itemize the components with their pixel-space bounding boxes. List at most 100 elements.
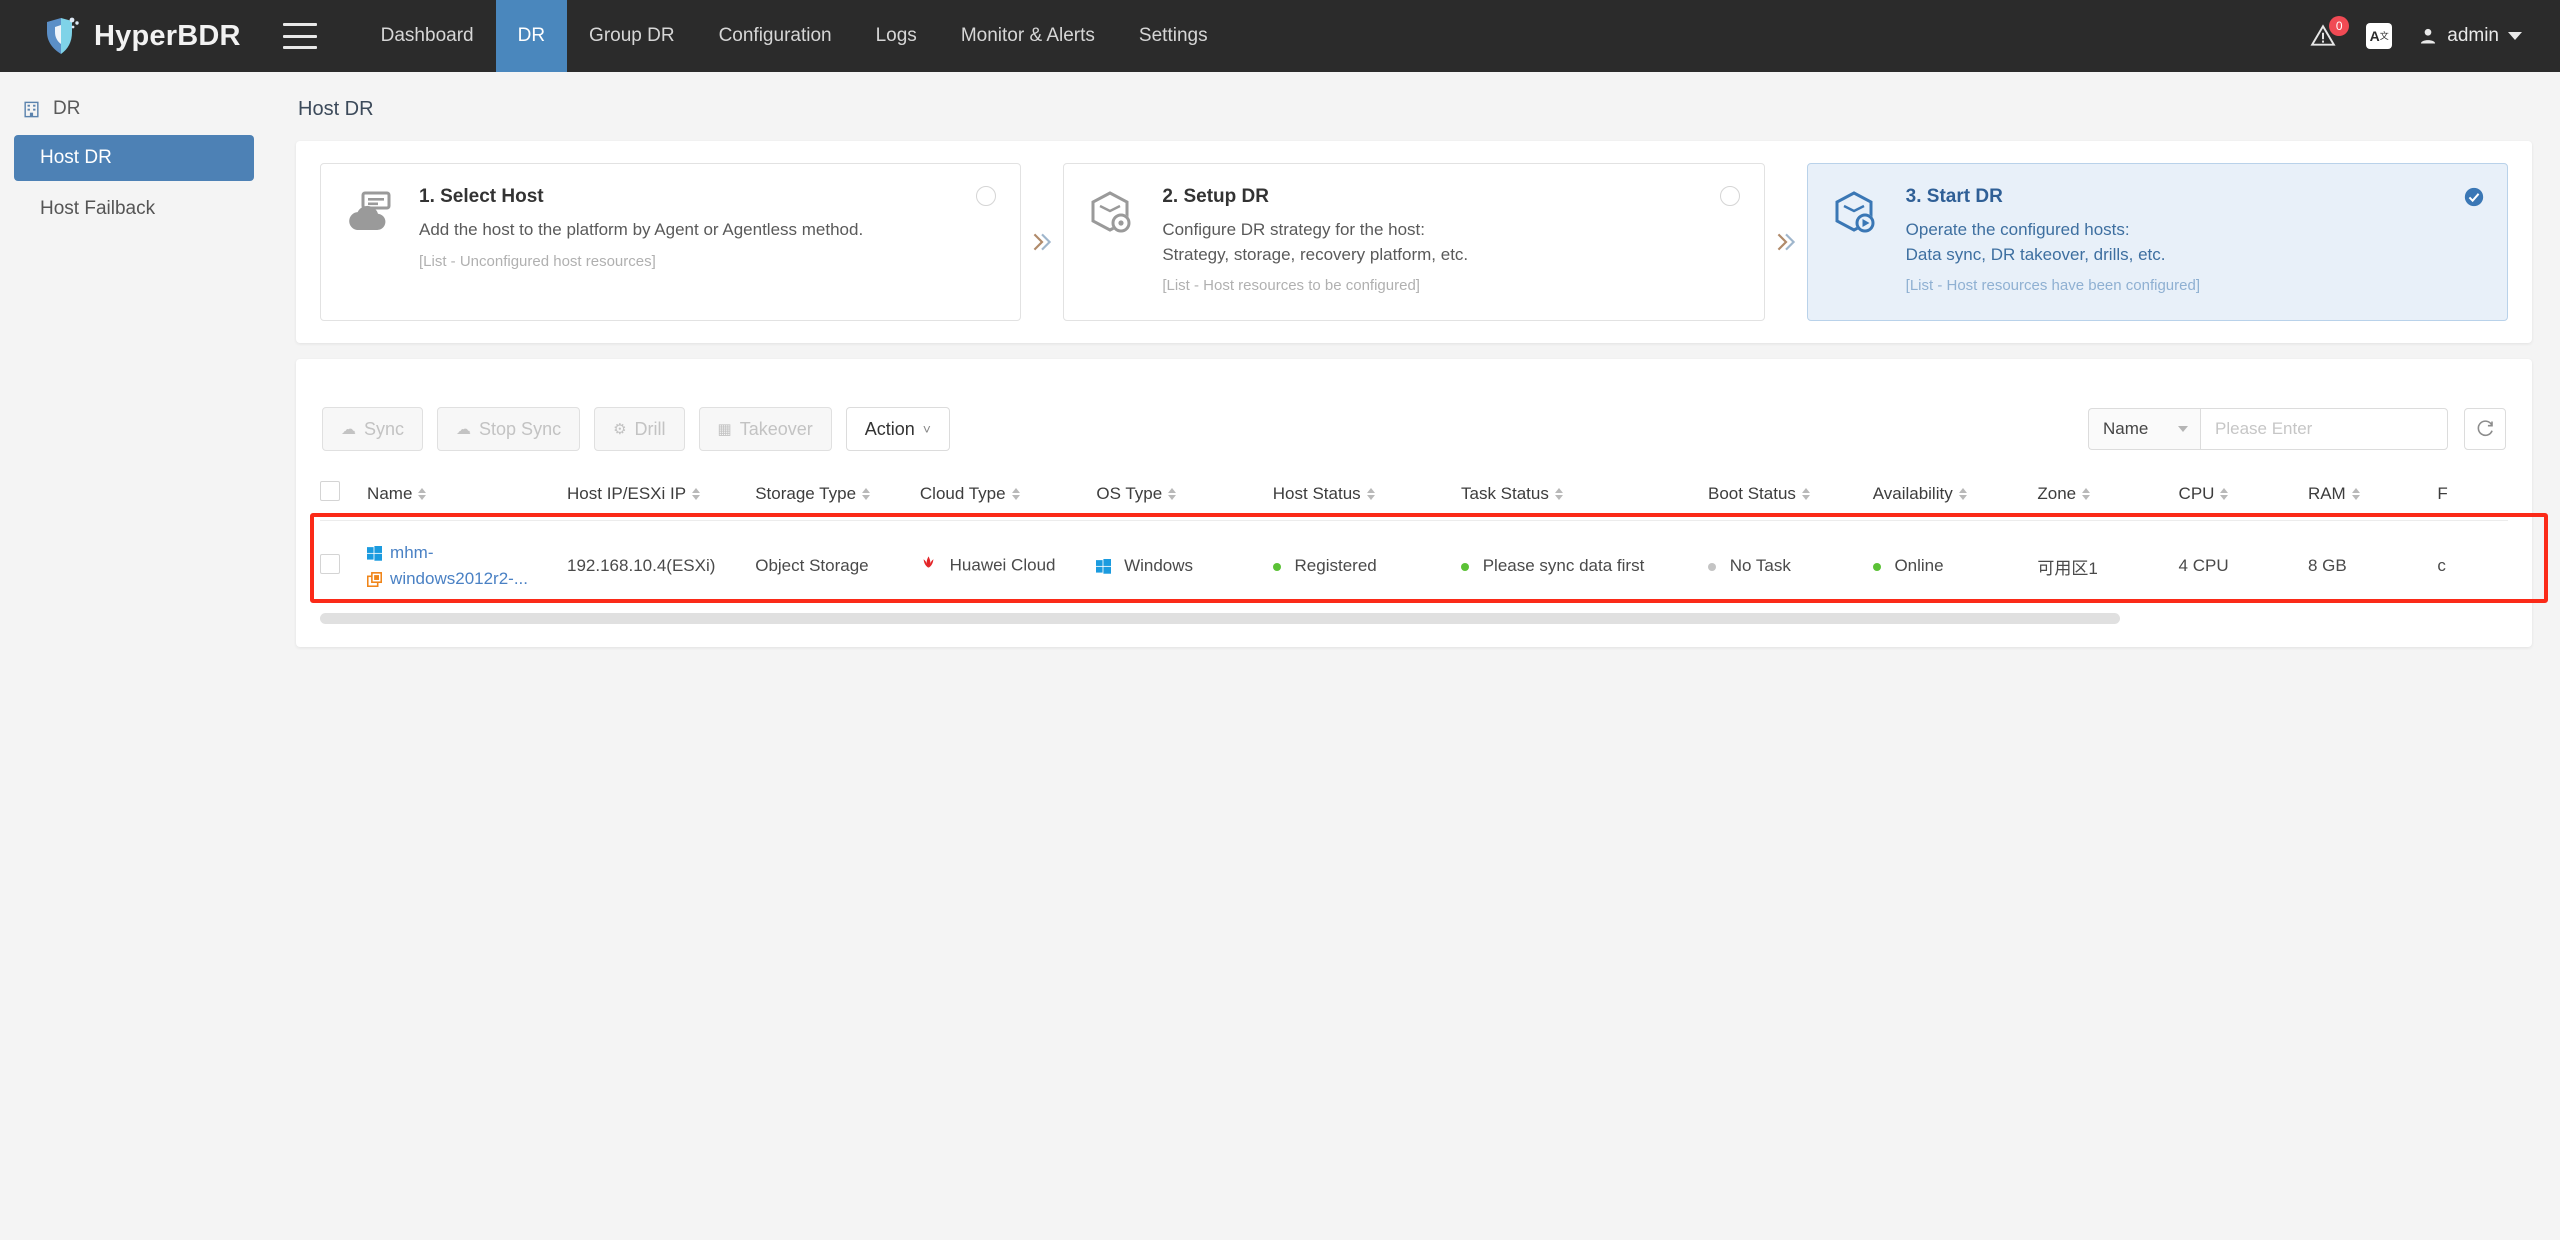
alerts-button[interactable]: 0 [2306,16,2350,53]
language-switch-icon[interactable]: A文 [2366,23,2393,49]
sort-icon[interactable] [2082,488,2091,501]
column-name[interactable]: Name [367,469,568,522]
drill-button[interactable]: ⚙ Drill [594,407,685,452]
refresh-button[interactable] [2464,408,2506,451]
cell-host-ip: 192.168.10.4(ESXi) [567,520,756,613]
server-icon: ▦ [717,421,732,439]
search-box[interactable] [2200,408,2448,451]
table-horizontal-scrollbar[interactable] [320,611,2508,626]
search-input[interactable] [2215,419,2436,440]
step-title: 2. Setup DR [1162,186,1269,207]
sort-icon[interactable] [1366,488,1375,501]
sort-icon[interactable] [1554,488,1563,501]
column-storage-type[interactable]: Storage Type [755,469,920,522]
sync-button[interactable]: ☁ Sync [322,407,424,452]
windows-icon [367,545,383,561]
column-os-type[interactable]: OS Type [1096,469,1273,522]
nav-item-dr[interactable]: DR [495,0,568,72]
status-dot [1272,562,1281,571]
step-line: Strategy, storage, recovery platform, et… [1162,244,1469,264]
column-label: Host IP/ESXi IP [567,483,687,503]
scrollbar-thumb[interactable] [320,613,2120,625]
step-note: [List - Host resources have been configu… [1905,277,2200,295]
step-card-select-host[interactable]: 1. Select Host Add the host to the platf… [320,163,1022,322]
table-header-row: Name Host IP/ESXi IP Storage Type Cloud … [320,469,2508,522]
search-field-select[interactable]: Name [2088,408,2200,451]
column-label: Availability [1872,483,1953,503]
task-status-label: Please sync data first [1482,556,1645,576]
cell-boot-status: No Task [1708,520,1873,613]
chevron-down-icon [2178,426,2188,433]
cloud-up-icon: ☁ [341,421,356,439]
column-ram[interactable]: RAM [2307,469,2438,522]
select-all-checkbox[interactable] [320,481,340,502]
nav-item-configuration[interactable]: Configuration [697,0,854,72]
sidebar-item-host-failback[interactable]: Host Failback [14,186,254,232]
step-card-setup-dr[interactable]: 2. Setup DR Configure DR strategy for th… [1063,163,1765,322]
sort-icon[interactable] [2351,488,2360,501]
nav-item-dashboard[interactable]: Dashboard [359,0,496,72]
takeover-button[interactable]: ▦ Takeover [698,407,832,452]
sidebar-item-host-dr[interactable]: Host DR [14,135,254,181]
host-name-text-1: mhm- [390,543,434,563]
host-name-line-2[interactable]: windows2012r2-... [367,569,567,589]
building-icon [24,101,39,117]
nav-right-controls: 0 A文 admin [2306,0,2522,72]
nav-item-logs[interactable]: Logs [854,0,939,72]
step-state-indicator [2463,186,2485,208]
app-body: DR Host DR Host Failback Host DR 1. Sele… [0,72,2560,1240]
column-task-status[interactable]: Task Status [1460,469,1709,522]
column-cloud-type[interactable]: Cloud Type [919,469,1097,522]
row-checkbox[interactable] [320,553,340,574]
sort-icon[interactable] [1958,488,1967,501]
sync-button-label: Sync [364,418,405,439]
host-name-line-1[interactable]: mhm- [367,543,567,563]
column-cpu[interactable]: CPU [2178,469,2308,522]
top-navigation-bar: HyperBDR Dashboard DR Group DR Configura… [0,0,2560,72]
check-circle-icon [2464,187,2484,207]
column-boot-status[interactable]: Boot Status [1708,469,1873,522]
step-arrow-2 [1765,163,1807,321]
sort-icon[interactable] [418,488,427,501]
hamburger-menu-icon[interactable] [282,23,317,49]
sort-icon[interactable] [2220,488,2229,501]
stop-sync-button-label: Stop Sync [479,418,562,439]
takeover-button-label: Takeover [739,418,813,439]
circle-empty-icon [976,186,997,206]
brand-logo[interactable]: HyperBDR [0,16,241,56]
column-host-ip[interactable]: Host IP/ESXi IP [567,469,756,522]
cell-host-status: Registered [1272,520,1461,613]
vm-instance-icon [367,571,383,587]
nav-item-group-dr[interactable]: Group DR [567,0,697,72]
cloud-type-label: Huawei Cloud [949,555,1056,575]
huawei-cloud-icon [920,555,937,577]
action-dropdown-button[interactable]: Action ˅ [845,407,950,452]
sort-icon[interactable] [1011,488,1020,501]
chevron-down-icon [2508,32,2522,40]
step-card-start-dr[interactable]: 3. Start DR Operate the configured hosts… [1806,163,2508,322]
row-select-cell [320,520,368,613]
os-type-label: Windows [1124,556,1194,576]
sort-icon[interactable] [1168,488,1177,501]
column-label: Zone [2037,483,2077,503]
nav-item-settings[interactable]: Settings [1117,0,1230,72]
user-menu[interactable]: admin [2418,25,2522,47]
sidebar-group-label: DR [53,98,81,119]
sort-icon[interactable] [862,488,871,501]
column-host-status[interactable]: Host Status [1272,469,1461,522]
step-body: 3. Start DR Operate the configured hosts… [1906,186,2483,294]
hosts-table: Name Host IP/ESXi IP Storage Type Cloud … [320,469,2508,613]
column-label: OS Type [1096,483,1163,503]
table-row[interactable]: mhm- windows2012r2-... 192.168.10.4(ESXi… [320,520,2508,613]
sort-icon[interactable] [1801,488,1810,501]
column-label: Host Status [1272,483,1361,503]
sort-icon[interactable] [692,488,701,501]
drill-icon: ⚙ [613,421,627,439]
column-overflow[interactable]: F [2437,469,2508,522]
windows-icon [1096,559,1112,575]
stop-sync-button[interactable]: ☁ Stop Sync [437,407,581,452]
nav-item-monitor-alerts[interactable]: Monitor & Alerts [939,0,1117,72]
step-line: Operate the configured hosts: [1905,220,2130,239]
column-availability[interactable]: Availability [1872,469,2038,522]
column-zone[interactable]: Zone [2037,469,2179,522]
